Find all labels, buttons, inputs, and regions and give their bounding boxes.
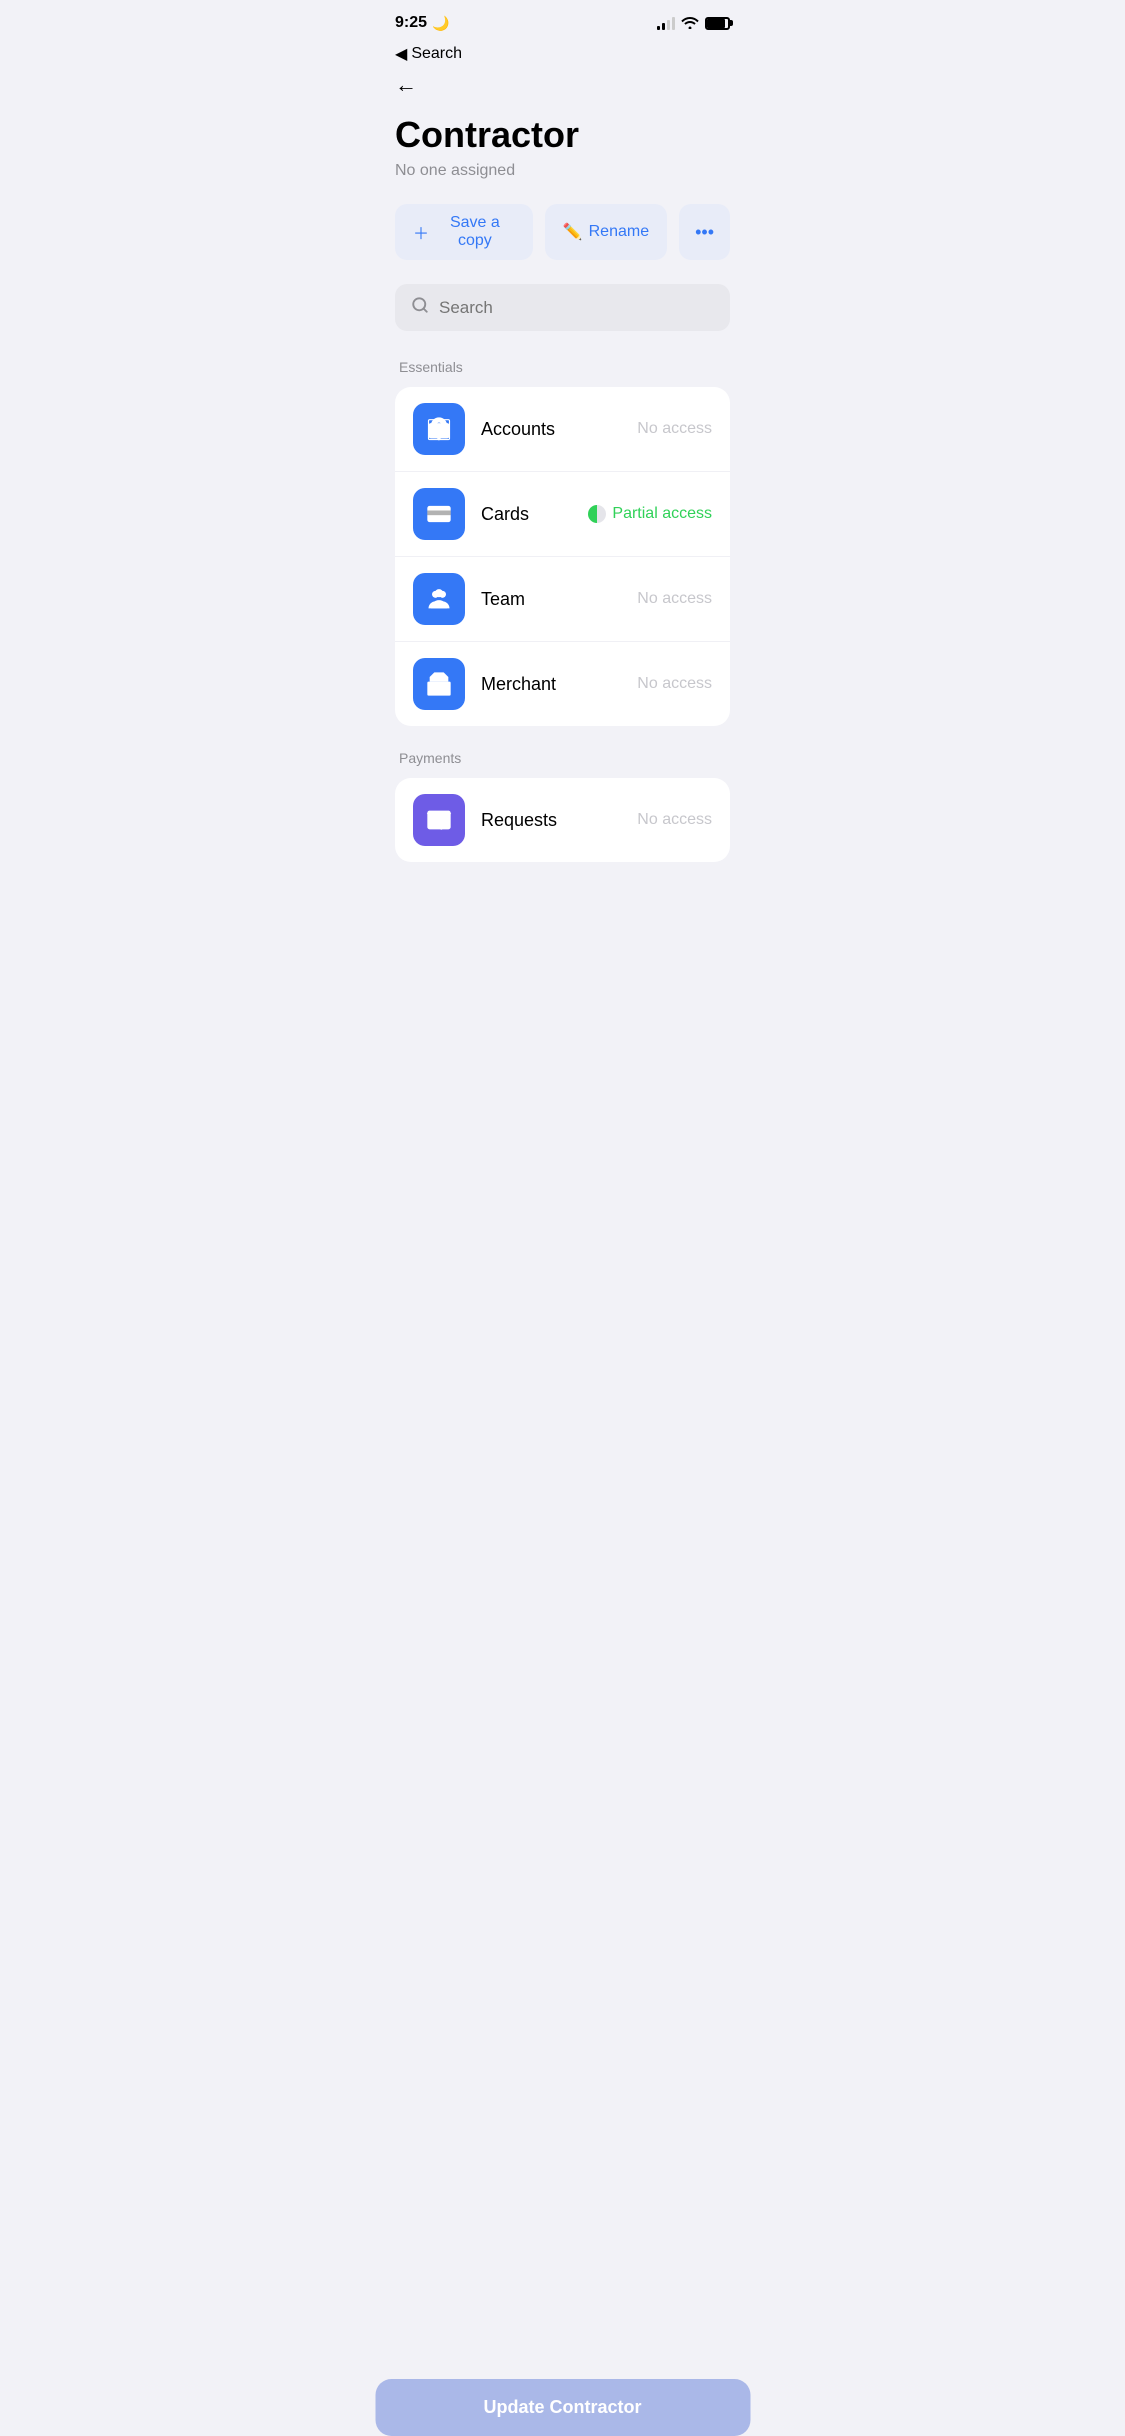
partial-access-icon xyxy=(588,505,606,523)
page-back-button[interactable]: ← xyxy=(395,72,417,98)
status-icons xyxy=(657,15,730,32)
more-button[interactable]: ••• xyxy=(679,204,730,260)
search-input[interactable] xyxy=(439,298,714,318)
search-bar[interactable] xyxy=(395,284,730,331)
team-icon xyxy=(413,573,465,625)
accounts-name: Accounts xyxy=(481,419,637,440)
requests-access: No access xyxy=(637,811,712,829)
page-title: Contractor xyxy=(395,114,730,156)
update-contractor-button[interactable]: Update Contractor xyxy=(375,2379,750,2436)
requests-icon xyxy=(413,794,465,846)
nav-back-arrow: ◀ xyxy=(395,44,407,64)
essentials-list: Accounts No access Cards Partial access xyxy=(395,387,730,726)
merchant-name: Merchant xyxy=(481,674,637,695)
more-icon: ••• xyxy=(695,222,714,242)
action-buttons: ＋ Save a copy ✏️ Rename ••• xyxy=(395,204,730,260)
rename-button[interactable]: ✏️ Rename xyxy=(545,204,667,260)
signal-icon xyxy=(657,16,675,30)
merchant-item[interactable]: Merchant No access xyxy=(395,642,730,726)
battery-icon xyxy=(705,17,730,30)
bottom-section: Requests No access xyxy=(395,778,730,942)
requests-name: Requests xyxy=(481,810,637,831)
accounts-access: No access xyxy=(637,420,712,438)
merchant-access: No access xyxy=(637,675,712,693)
moon-icon: 🌙 xyxy=(432,15,449,32)
plus-icon: ＋ xyxy=(413,220,429,244)
nav-back[interactable]: ◀ Search xyxy=(375,40,750,72)
save-copy-label: Save a copy xyxy=(435,214,515,250)
cards-name: Cards xyxy=(481,504,588,525)
accounts-icon xyxy=(413,403,465,455)
save-copy-button[interactable]: ＋ Save a copy xyxy=(395,204,533,260)
requests-item[interactable]: Requests No access xyxy=(395,778,730,862)
status-bar: 9:25 🌙 xyxy=(375,0,750,40)
main-content: ← Contractor No one assigned ＋ Save a co… xyxy=(375,72,750,942)
cards-icon xyxy=(413,488,465,540)
team-name: Team xyxy=(481,589,637,610)
merchant-icon xyxy=(413,658,465,710)
essentials-section-label: Essentials xyxy=(395,359,730,375)
team-item[interactable]: Team No access xyxy=(395,557,730,642)
accounts-item[interactable]: Accounts No access xyxy=(395,387,730,472)
pencil-icon: ✏️ xyxy=(563,222,583,242)
cards-access: Partial access xyxy=(588,505,712,523)
rename-label: Rename xyxy=(589,223,649,241)
page-subtitle: No one assigned xyxy=(395,162,730,180)
status-time: 9:25 xyxy=(395,14,427,32)
payments-section-label: Payments xyxy=(395,750,730,766)
cards-item[interactable]: Cards Partial access xyxy=(395,472,730,557)
wifi-icon xyxy=(681,15,699,32)
nav-back-label: Search xyxy=(411,45,462,63)
search-icon xyxy=(411,296,429,319)
cards-access-label: Partial access xyxy=(612,505,712,523)
team-access: No access xyxy=(637,590,712,608)
